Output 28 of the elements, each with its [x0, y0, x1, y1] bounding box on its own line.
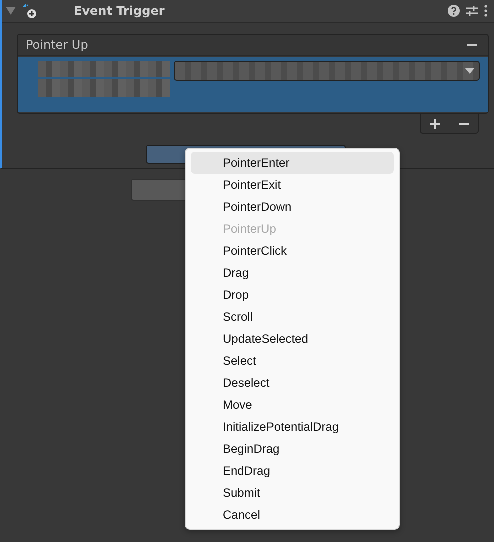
- minus-icon: [458, 122, 469, 124]
- plus-icon: [430, 118, 440, 128]
- menu-item[interactable]: Drop: [191, 284, 394, 306]
- menu-item[interactable]: Deselect: [191, 372, 394, 394]
- menu-item[interactable]: PointerExit: [191, 174, 394, 196]
- menu-item[interactable]: BeginDrag: [191, 438, 394, 460]
- menu-item[interactable]: Select: [191, 350, 394, 372]
- menu-item[interactable]: UpdateSelected: [191, 328, 394, 350]
- menu-item[interactable]: Drag: [191, 262, 394, 284]
- menu-item[interactable]: Cancel: [191, 504, 394, 526]
- component-title: Event Trigger: [74, 4, 166, 18]
- menu-item[interactable]: Submit: [191, 482, 394, 504]
- menu-item[interactable]: PointerClick: [191, 240, 394, 262]
- menu-item[interactable]: EndDrag: [191, 460, 394, 482]
- menu-item[interactable]: InitializePotentialDrag: [191, 416, 394, 438]
- cursor-plus-icon: [22, 3, 38, 19]
- help-icon[interactable]: [448, 5, 460, 17]
- menu-item[interactable]: Move: [191, 394, 394, 416]
- minus-icon: [467, 44, 477, 46]
- dropdown-arrow-icon: [465, 68, 475, 74]
- add-button[interactable]: [428, 116, 442, 130]
- menu-item[interactable]: Scroll: [191, 306, 394, 328]
- more-menu-icon[interactable]: [484, 5, 488, 17]
- settings-sliders-icon[interactable]: [466, 5, 478, 17]
- event-title: Pointer Up: [26, 38, 88, 52]
- foldout-arrow-icon[interactable]: [6, 7, 16, 15]
- menu-item[interactable]: PointerEnter: [191, 152, 394, 174]
- menu-item[interactable]: PointerDown: [191, 196, 394, 218]
